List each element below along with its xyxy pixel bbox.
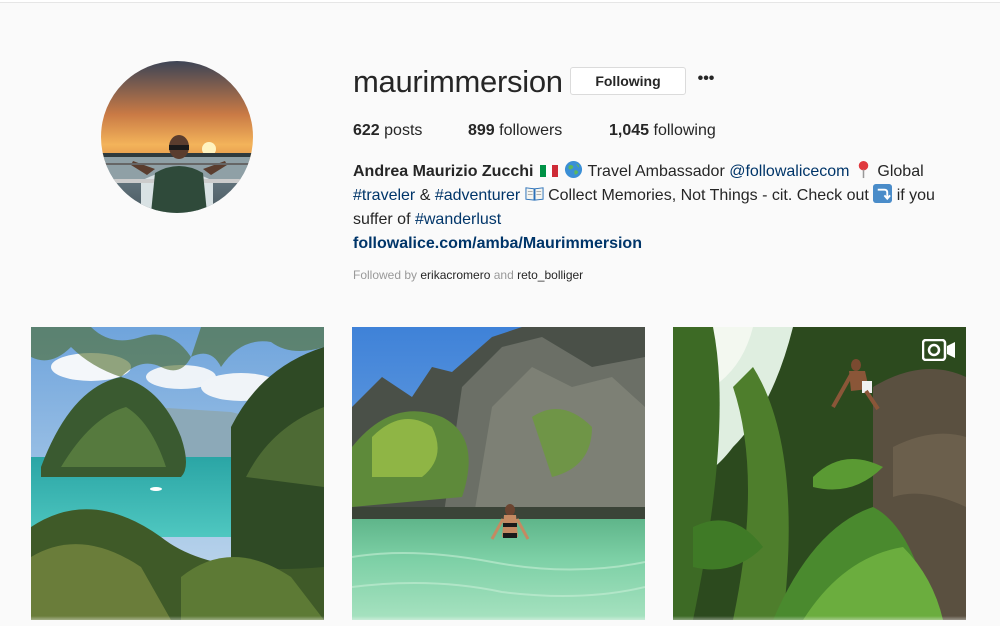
posts-label: posts xyxy=(384,122,423,139)
jungle-video-thumbnail xyxy=(673,327,966,620)
followed-by-user[interactable]: erikacromero xyxy=(420,268,490,282)
profile-username: maurimmersion xyxy=(353,64,563,99)
hashtag-traveler[interactable]: #traveler xyxy=(353,187,415,204)
italy-flag-icon xyxy=(539,165,558,177)
followed-by-user[interactable]: reto_bolliger xyxy=(517,268,583,282)
profile-bio: Andrea Maurizio Zucchi Travel Ambassador… xyxy=(353,160,968,256)
grid-bottom-fade xyxy=(0,616,1000,626)
followers-stat[interactable]: 899 followers xyxy=(468,121,562,141)
bio-text-3: & xyxy=(415,187,435,204)
post-thumbnail[interactable] xyxy=(673,327,966,620)
followed-by: Followed by erikacromero and reto_bollig… xyxy=(353,268,583,282)
open-book-icon xyxy=(525,187,544,201)
post-thumbnail[interactable] xyxy=(352,327,645,620)
mention-link[interactable]: @followalicecom xyxy=(729,163,849,180)
lagoon-photo xyxy=(31,327,324,620)
right-arrow-curving-down-icon xyxy=(873,184,893,203)
posts-count: 622 xyxy=(353,122,380,139)
more-options-icon[interactable]: ••• xyxy=(696,69,716,91)
top-nav-edge xyxy=(0,0,1000,3)
avatar-photo xyxy=(101,61,253,213)
bio-text-1: Travel Ambassador xyxy=(583,163,730,180)
bio-text-2: Global xyxy=(872,163,924,180)
followers-label: followers xyxy=(499,122,563,139)
pin-icon xyxy=(858,160,869,179)
following-button[interactable]: Following xyxy=(570,67,686,95)
followers-count: 899 xyxy=(468,122,495,139)
hashtag-adventurer[interactable]: #adventurer xyxy=(435,187,520,204)
following-stat[interactable]: 1,045 following xyxy=(609,121,716,141)
bio-text-4: Collect Memories, Not Things - cit. Chec… xyxy=(543,187,874,204)
hashtag-wanderlust[interactable]: #wanderlust xyxy=(415,211,501,228)
post-grid xyxy=(0,327,1000,626)
followed-by-conjunction: and xyxy=(493,268,514,282)
website-link[interactable]: followalice.com/amba/Maurimmersion xyxy=(353,235,642,252)
posts-stat: 622 posts xyxy=(353,121,422,141)
following-count: 1,045 xyxy=(609,122,650,139)
post-thumbnail[interactable] xyxy=(31,327,324,620)
followed-by-prefix: Followed by xyxy=(353,268,418,282)
full-name: Andrea Maurizio Zucchi xyxy=(353,163,534,180)
profile-avatar[interactable] xyxy=(101,61,253,213)
video-icon xyxy=(922,339,955,361)
globe-icon xyxy=(565,160,583,179)
lagoon-swimmer-photo xyxy=(352,327,645,620)
following-label: following xyxy=(653,122,716,139)
